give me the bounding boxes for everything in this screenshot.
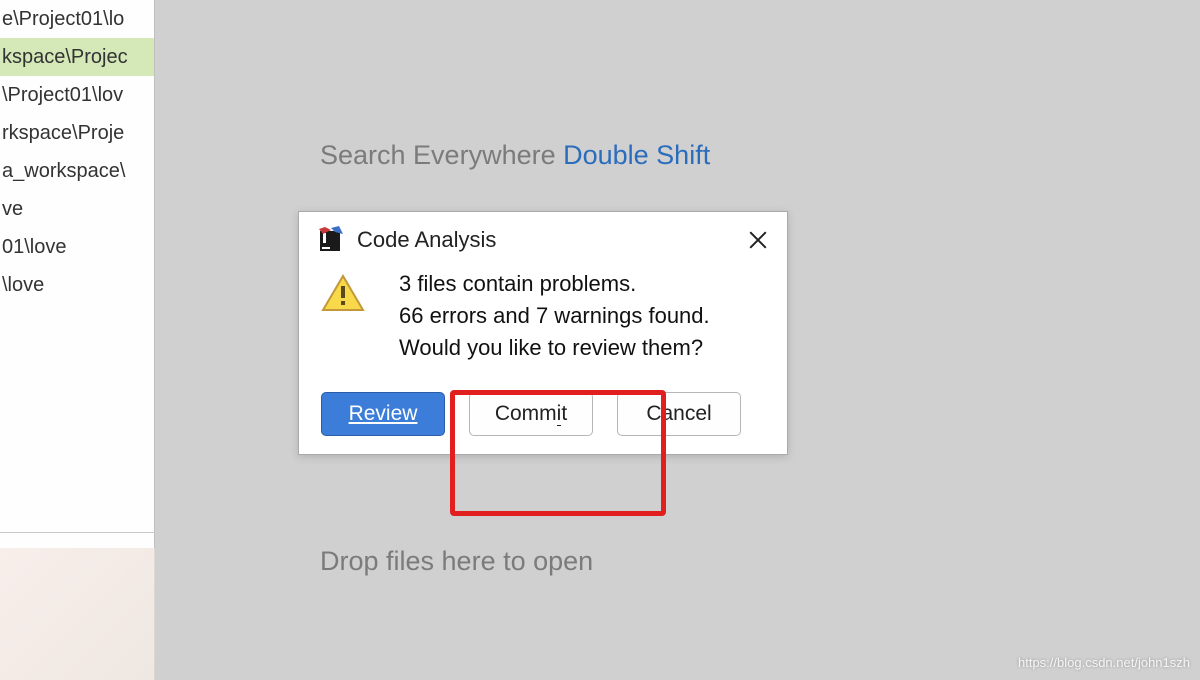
warning-icon bbox=[321, 274, 365, 312]
sidebar-item[interactable]: rkspace\Proje bbox=[0, 114, 154, 152]
sidebar: e\Project01\lo kspace\Projec \Project01\… bbox=[0, 0, 155, 680]
sidebar-divider bbox=[0, 532, 155, 533]
review-button[interactable]: Review bbox=[321, 392, 445, 436]
dialog-titlebar: Code Analysis bbox=[317, 226, 769, 254]
cancel-button[interactable]: Cancel bbox=[617, 392, 741, 436]
dialog-button-row: Review Commit Cancel bbox=[317, 392, 769, 436]
sidebar-item[interactable]: e\Project01\lo bbox=[0, 0, 154, 38]
message-line-1: 3 files contain problems. bbox=[399, 268, 710, 300]
cancel-button-label: Cancel bbox=[646, 402, 711, 426]
dialog-body: 3 files contain problems. 66 errors and … bbox=[317, 268, 769, 364]
close-icon[interactable] bbox=[747, 229, 769, 251]
review-button-label: Review bbox=[349, 402, 418, 426]
sidebar-item[interactable]: ve bbox=[0, 190, 154, 228]
sidebar-item[interactable]: \love bbox=[0, 266, 154, 304]
sidebar-item[interactable]: \Project01\lov bbox=[0, 76, 154, 114]
watermark: https://blog.csdn.net/john1szh bbox=[1018, 655, 1190, 670]
dialog-title: Code Analysis bbox=[357, 227, 496, 253]
code-analysis-dialog: Code Analysis 3 files contain problems. … bbox=[298, 211, 788, 455]
commit-button[interactable]: Commit bbox=[469, 392, 593, 436]
message-line-3: Would you like to review them? bbox=[399, 332, 710, 364]
commit-button-label: Commit bbox=[495, 402, 567, 426]
sidebar-background-artwork bbox=[0, 548, 155, 680]
hint-shortcut: Double Shift bbox=[563, 140, 710, 170]
message-line-2: 66 errors and 7 warnings found. bbox=[399, 300, 710, 332]
hint-label: Search Everywhere bbox=[320, 140, 563, 170]
sidebar-item[interactable]: a_workspace\ bbox=[0, 152, 154, 190]
search-everywhere-hint: Search Everywhere Double Shift bbox=[320, 140, 710, 171]
sidebar-item[interactable]: kspace\Projec bbox=[0, 38, 154, 76]
dialog-message: 3 files contain problems. 66 errors and … bbox=[399, 268, 710, 364]
intellij-icon bbox=[317, 226, 345, 254]
sidebar-item[interactable]: 01\love bbox=[0, 228, 154, 266]
drop-files-hint: Drop files here to open bbox=[320, 546, 593, 577]
